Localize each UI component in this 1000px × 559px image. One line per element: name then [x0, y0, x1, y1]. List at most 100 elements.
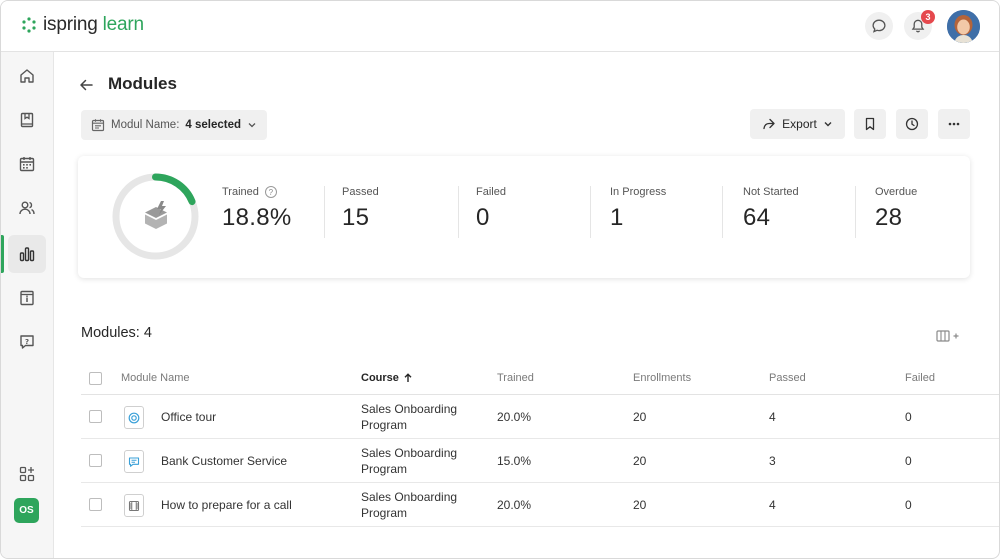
- enrollments-value: 20: [633, 410, 647, 424]
- sidebar-item-help[interactable]: ?: [8, 323, 46, 361]
- module-name[interactable]: Bank Customer Service: [161, 454, 287, 468]
- course-line: Sales Onboarding: [361, 490, 458, 504]
- row-checkbox[interactable]: [89, 498, 102, 511]
- back-arrow-icon[interactable]: [78, 77, 94, 93]
- sidebar-item-home[interactable]: [8, 57, 46, 95]
- app-window: ispring learn 3 ? OS Modules Modul Name:…: [0, 0, 1000, 559]
- book-icon: [20, 112, 34, 128]
- avatar-image: [947, 10, 980, 43]
- stat-in-progress: In Progress 1: [610, 186, 666, 248]
- course-line: Sales Onboarding: [361, 446, 458, 460]
- module-type-badge: [124, 406, 144, 429]
- stat-value: 64: [743, 204, 771, 231]
- ispring-logo-icon: [22, 17, 36, 33]
- enrollments-value: 20: [633, 454, 647, 468]
- info-icon: [20, 290, 34, 306]
- trained-progress-ring: [112, 173, 199, 260]
- history-button[interactable]: [896, 109, 928, 139]
- user-initials-badge[interactable]: OS: [14, 498, 39, 523]
- stat-divider: [722, 186, 723, 238]
- trained-value: 20.0%: [497, 410, 532, 424]
- module-name-filter[interactable]: Modul Name: 4 selected: [81, 110, 268, 140]
- modules-table: Module Name Course Trained Enrollments P…: [81, 363, 999, 527]
- chat-button[interactable]: [865, 12, 893, 40]
- add-apps-icon: [19, 466, 35, 482]
- column-header-trained[interactable]: Trained: [497, 372, 534, 384]
- stat-label: In Progress: [610, 186, 667, 198]
- home-icon: [20, 69, 34, 83]
- sidebar-item-calendar[interactable]: [8, 145, 46, 183]
- trained-value: 20.0%: [497, 498, 532, 512]
- sidebar: ? OS: [1, 52, 54, 558]
- clock-icon: [905, 117, 919, 131]
- users-icon: [19, 201, 35, 215]
- passed-value: 3: [769, 454, 776, 468]
- help-icon: ?: [20, 335, 34, 349]
- stat-divider: [324, 186, 325, 238]
- stat-label: Overdue: [875, 186, 918, 198]
- chevron-down-icon: [824, 122, 832, 127]
- stat-not-started: Not Started 64: [743, 186, 799, 248]
- course-name: Sales Onboarding Program: [361, 489, 471, 521]
- column-header-passed[interactable]: Passed: [769, 372, 806, 384]
- course-name: Sales Onboarding Program: [361, 401, 471, 433]
- select-all-checkbox[interactable]: [89, 372, 102, 385]
- table-row[interactable]: Bank Customer Service Sales Onboarding Pr…: [81, 439, 999, 483]
- column-header-module-name[interactable]: Module Name: [121, 372, 189, 384]
- table-header: Module Name Course Trained Enrollments P…: [81, 363, 999, 395]
- sidebar-item-add-apps[interactable]: [8, 455, 46, 493]
- stat-value: 28: [875, 204, 903, 231]
- logo-text: ispring learn: [43, 14, 144, 35]
- export-label: Export: [782, 117, 817, 131]
- column-header-enrollments[interactable]: Enrollments: [633, 372, 691, 384]
- course-line: Program: [361, 462, 408, 476]
- sidebar-item-reports[interactable]: [8, 235, 46, 273]
- module-name[interactable]: Office tour: [161, 410, 216, 424]
- stat-trained: Trained? 18.8%: [222, 186, 292, 248]
- column-header-label: Course: [361, 372, 399, 384]
- stat-value: 15: [342, 204, 370, 231]
- modules-count-title: Modules: 4: [81, 325, 152, 341]
- table-row[interactable]: How to prepare for a call Sales Onboardi…: [81, 483, 999, 527]
- export-button[interactable]: Export: [750, 109, 845, 139]
- stat-value: 18.8%: [222, 204, 292, 231]
- stat-divider: [590, 186, 591, 238]
- svg-text:?: ?: [25, 338, 29, 346]
- help-icon[interactable]: ?: [264, 186, 277, 198]
- column-header-course[interactable]: Course: [361, 372, 413, 384]
- share-arrow-icon: [763, 118, 775, 130]
- row-checkbox[interactable]: [89, 454, 102, 467]
- notifications-button[interactable]: 3: [904, 10, 935, 40]
- stat-overdue: Overdue 28: [875, 186, 917, 248]
- course-line: Program: [361, 418, 408, 432]
- sidebar-item-info[interactable]: [8, 279, 46, 317]
- row-checkbox[interactable]: [89, 410, 102, 423]
- sidebar-item-users[interactable]: [8, 189, 46, 227]
- chat-icon: [128, 456, 140, 467]
- table-row[interactable]: Office tour Sales Onboarding Program 20.0…: [81, 395, 999, 439]
- enrollments-value: 20: [633, 498, 647, 512]
- stat-passed: Passed 15: [342, 186, 379, 248]
- stat-label: Not Started: [743, 186, 799, 198]
- sidebar-item-courses[interactable]: [8, 101, 46, 139]
- stat-failed: Failed 0: [476, 186, 506, 248]
- sidebar-active-indicator: [1, 235, 4, 273]
- module-name[interactable]: How to prepare for a call: [161, 498, 292, 512]
- module-type-badge: [124, 494, 144, 517]
- logo[interactable]: ispring learn: [21, 14, 144, 36]
- more-options-button[interactable]: [938, 109, 970, 139]
- failed-value: 0: [905, 410, 912, 424]
- stats-card: Trained? 18.8% Passed 15 Failed 0 In Pro…: [78, 156, 970, 278]
- reports-icon: [19, 247, 35, 262]
- more-dots-icon: [948, 122, 960, 126]
- column-header-failed[interactable]: Failed: [905, 372, 935, 384]
- stat-divider: [855, 186, 856, 238]
- sort-ascending-icon: [404, 373, 412, 382]
- passed-value: 4: [769, 498, 776, 512]
- bookmark-button[interactable]: [854, 109, 886, 139]
- user-avatar[interactable]: [947, 10, 980, 43]
- columns-settings-icon[interactable]: [936, 329, 962, 343]
- chevron-down-icon: [248, 123, 256, 128]
- stat-divider: [458, 186, 459, 238]
- training-module-icon: [145, 201, 167, 229]
